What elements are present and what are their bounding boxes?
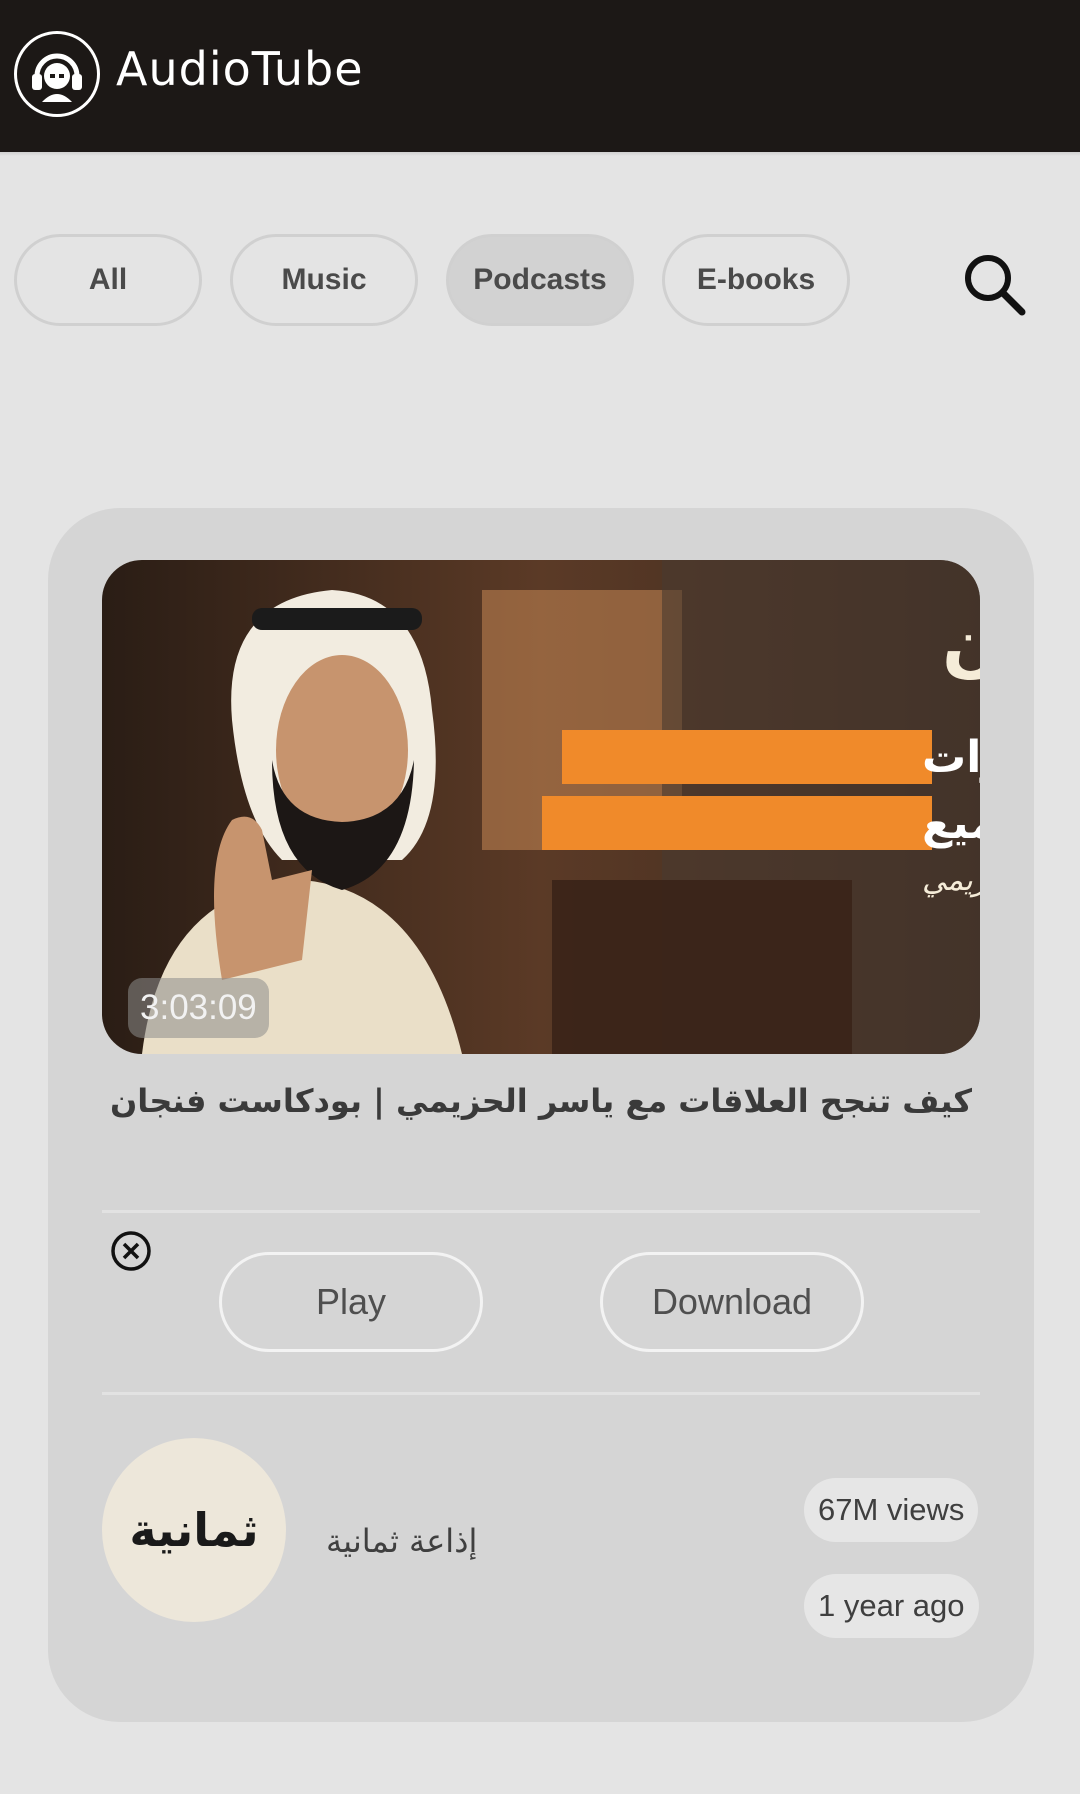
- app-bar: AudioTube: [0, 0, 1080, 152]
- views-badge: 67M views: [804, 1478, 979, 1542]
- chip-all[interactable]: All: [14, 234, 202, 326]
- download-button[interactable]: Download: [600, 1252, 864, 1352]
- published-badge: 1 year ago: [804, 1574, 979, 1638]
- thumbnail-line1-text: رحب بالعداوات: [922, 732, 980, 783]
- close-circle-icon[interactable]: [110, 1230, 152, 1272]
- chip-podcasts[interactable]: Podcasts: [446, 234, 634, 326]
- app-bar-shadow: [0, 152, 1080, 156]
- video-title[interactable]: كيف تنجح العلاقات مع ياسر الحزيمي | بودك…: [102, 1082, 980, 1120]
- thumbnail-signature-text: ياسر الحزيمي: [922, 863, 980, 898]
- channel-avatar[interactable]: ثمانية: [102, 1438, 286, 1622]
- duration-badge: 3:03:09: [128, 978, 269, 1038]
- thumbnail-brand-text: فنجان: [942, 601, 980, 685]
- divider: [102, 1210, 980, 1213]
- video-card: فنجان رحب بالعداوات ولا تكسب الجميع ياسر…: [48, 508, 1034, 1722]
- video-thumbnail[interactable]: فنجان رحب بالعداوات ولا تكسب الجميع ياسر…: [102, 560, 980, 1054]
- thumbnail-line2-text: ولا تكسب الجميع: [922, 798, 980, 849]
- chip-ebooks[interactable]: E-books: [662, 234, 850, 326]
- channel-name[interactable]: إذاعة ثمانية: [326, 1522, 477, 1560]
- headphones-user-icon[interactable]: [14, 31, 100, 117]
- search-icon[interactable]: [960, 250, 1030, 320]
- chip-music[interactable]: Music: [230, 234, 418, 326]
- app-title: AudioTube: [116, 42, 364, 96]
- play-button[interactable]: Play: [219, 1252, 483, 1352]
- divider: [102, 1392, 980, 1395]
